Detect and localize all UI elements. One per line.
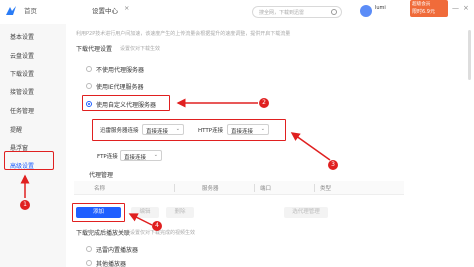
ftp-select[interactable]: 直接连接 ⌄	[120, 150, 162, 161]
scrollbar[interactable]	[468, 30, 471, 80]
xunlei-logo-icon	[6, 6, 16, 15]
column-divider	[254, 184, 255, 192]
search-input[interactable]: 搜全网，下载到迅雷	[252, 6, 342, 18]
http-value: 直接连接	[231, 129, 254, 135]
avatar[interactable]	[360, 5, 372, 17]
radio-other-player-label: 其他播放器	[96, 261, 127, 267]
radio-xunlei-player-label: 迅雷内置播放器	[96, 247, 139, 254]
annotation-box-add	[72, 203, 125, 222]
settings-sidebar: 基本设置 云盘设置 下载设置 接管设置 任务管理 提醒 悬浮窗 高级设置	[0, 24, 66, 267]
vip-badge-title: 超级会员	[412, 2, 431, 7]
http-select[interactable]: 直接连接 ⌄	[227, 124, 269, 135]
minimize-icon[interactable]: —	[452, 4, 459, 12]
edit-proxy-button[interactable]: 编辑	[131, 207, 159, 218]
column-port: 端口	[260, 186, 272, 192]
radio-no-proxy-label: 不使用代理服务器	[96, 67, 145, 74]
sidebar-item-tasks[interactable]: 任务管理	[10, 106, 34, 115]
column-server: 服务器	[202, 186, 219, 192]
column-divider	[174, 184, 175, 192]
radio-xunlei-player[interactable]	[86, 246, 92, 252]
annotation-marker-1: 1	[20, 200, 30, 210]
chevron-down-icon: ⌄	[153, 152, 158, 158]
search-icon[interactable]	[331, 9, 337, 15]
radio-other-player[interactable]	[86, 260, 92, 266]
xunlei-server-value: 直接连接	[146, 129, 169, 135]
delete-proxy-button[interactable]: 删除	[166, 207, 194, 218]
title-bar: 首页 设置中心 × 搜全网，下载到迅雷 lumi 超级会员 限时6.9元 — ×	[0, 0, 474, 24]
annotation-marker-2: 2	[259, 98, 269, 108]
proxy-table-header: 名称 服务器 端口 类型	[74, 181, 404, 195]
settings-window: 首页 设置中心 × 搜全网，下载到迅雷 lumi 超级会员 限时6.9元 — ×…	[0, 0, 474, 267]
annotation-box-custom-proxy	[82, 95, 170, 111]
annotation-box-advanced	[4, 151, 54, 170]
radio-ie-proxy-label: 使用IE代理服务器	[96, 84, 144, 91]
sidebar-item-reminder[interactable]: 提醒	[10, 125, 22, 134]
radio-no-proxy[interactable]	[86, 66, 92, 72]
tab-home[interactable]: 首页	[24, 5, 37, 15]
tab-settings-center[interactable]: 设置中心	[92, 5, 118, 15]
vip-badge-price: 限时6.9元	[412, 9, 435, 15]
xunlei-server-label: 迅雷服务器连接	[100, 128, 139, 134]
ftp-label: FTP连接	[97, 154, 118, 160]
close-window-icon[interactable]: ×	[463, 4, 469, 12]
column-type: 类型	[320, 186, 332, 192]
sidebar-item-download[interactable]: 下载设置	[10, 69, 34, 78]
proxy-section-title: 下载代理设置	[76, 46, 113, 53]
http-label: HTTP连接	[198, 128, 224, 134]
sidebar-item-takeover[interactable]: 接管设置	[10, 87, 34, 96]
column-divider	[314, 184, 315, 192]
test-proxy-button[interactable]: 选代理管理	[284, 207, 328, 218]
vip-badge[interactable]: 超级会员 限时6.9元	[410, 0, 448, 17]
tab-close-icon[interactable]: ×	[124, 4, 129, 12]
proxy-section-hint: 设置仅对下载生效	[120, 46, 161, 52]
playback-section-hint: 设置仅对下载完成的视频生效	[130, 230, 196, 236]
xunlei-server-select[interactable]: 直接连接 ⌄	[142, 124, 184, 135]
radio-ie-proxy[interactable]	[86, 83, 92, 89]
search-placeholder: 搜全网，下载到迅雷	[259, 10, 305, 16]
playback-section-title: 下载完成后播放关联	[76, 230, 131, 237]
chevron-down-icon: ⌄	[260, 126, 265, 132]
annotation-marker-4: 4	[152, 221, 162, 231]
sidebar-item-basic[interactable]: 基本设置	[10, 32, 34, 41]
p2p-intro-text: 利用P2P技术进行用户间加速，该速度产生的上传流量会根据提升的速度调整，提供开启…	[76, 31, 291, 37]
proxy-manage-title: 代理管理	[89, 172, 114, 179]
username[interactable]: lumi	[375, 5, 386, 11]
column-name: 名称	[94, 186, 106, 192]
chevron-down-icon: ⌄	[175, 126, 180, 132]
annotation-marker-3: 3	[328, 160, 338, 170]
ftp-value: 直接连接	[124, 155, 147, 161]
sidebar-item-cloud[interactable]: 云盘设置	[10, 51, 34, 60]
arrow-3	[290, 132, 331, 161]
